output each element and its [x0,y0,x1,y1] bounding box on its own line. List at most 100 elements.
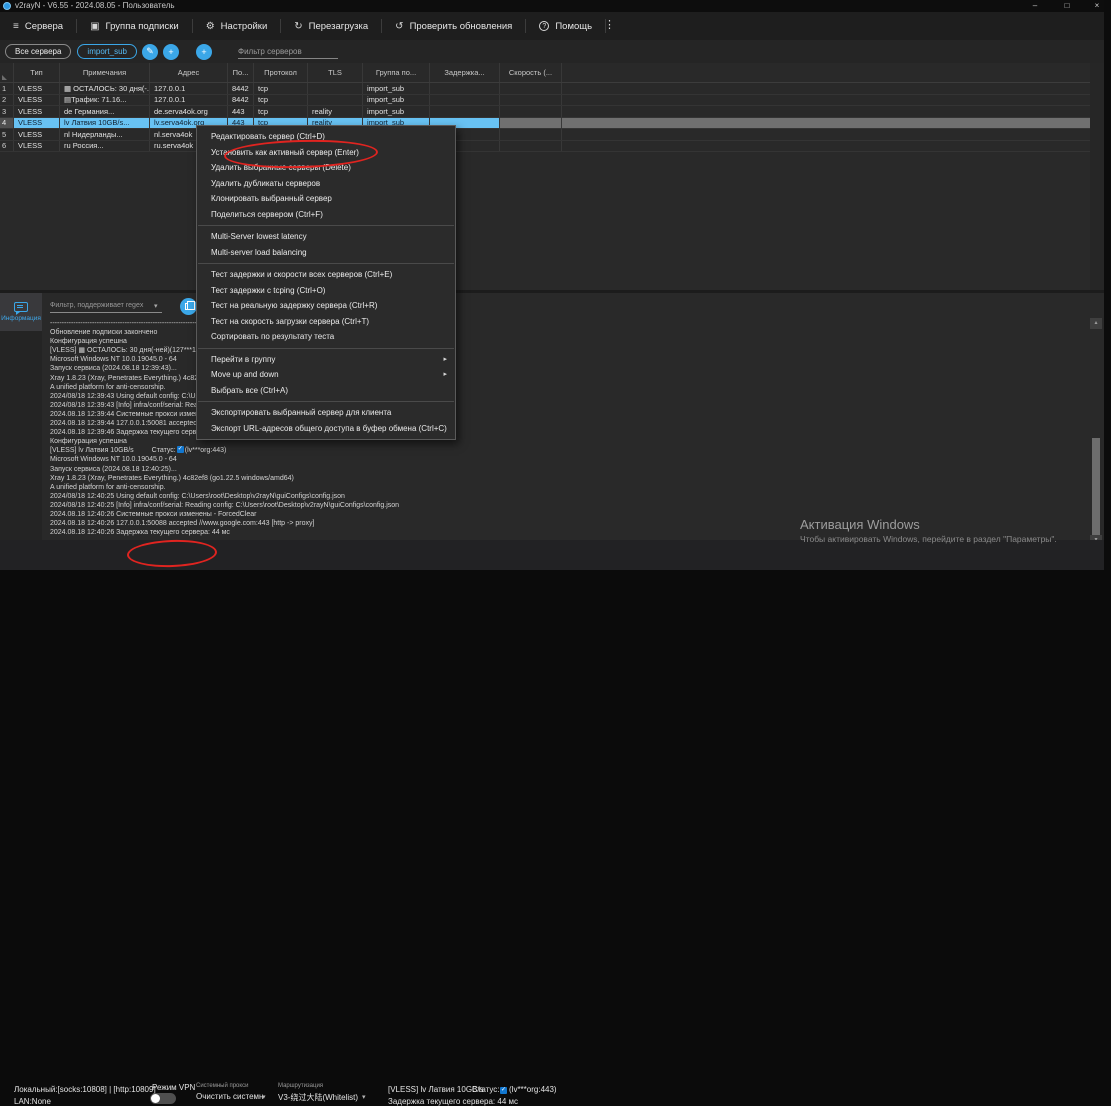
cell-filler [562,106,1090,117]
header-protocol[interactable]: Протокол [254,63,308,82]
cell-speed [500,129,562,140]
status-label: Статус: [472,1085,500,1094]
menu-multi-server-lowest-latency[interactable]: Multi-Server lowest latency [197,229,455,245]
scroll-up-icon[interactable]: ▴ [1090,318,1102,329]
all-servers-chip[interactable]: Все сервера [5,44,71,59]
status-detail: (lv***org:443) [509,1085,557,1094]
table-header-row[interactable]: Тип Примечания Адрес По... Протокол TLS … [0,63,1090,83]
menu-separator [198,225,454,226]
message-icon [14,302,28,312]
menu-subscription-group[interactable]: ▣ Группа подписки [77,12,192,40]
menu-multi-server-load-balancing[interactable]: Multi-server load balancing [197,245,455,261]
cell-type: VLESS [14,95,60,106]
menu-share-server[interactable]: Поделиться сервером (Ctrl+F) [197,207,455,223]
menu-settings[interactable]: ⚙ Настройки [193,12,281,40]
add-server-button[interactable]: + [196,44,212,60]
header-address[interactable]: Адрес [150,63,228,82]
group-chip-import-sub[interactable]: import_sub [77,44,137,59]
sort-corner-icon [2,75,7,80]
menu-help-label: Помощь [555,21,592,32]
window-title: v2rayN - V6.55 - 2024.08.05 - Пользовате… [15,0,175,12]
cell-protocol: tcp [254,95,308,106]
menu-servers[interactable]: ≡ Сервера [0,12,76,40]
overflow-menu-icon[interactable]: ⋮ [604,18,615,31]
header-type[interactable]: Тип [14,63,60,82]
edit-group-button[interactable]: ✎ [142,44,158,60]
scrollbar-thumb[interactable] [1092,438,1100,538]
table-row[interactable]: 5 VLESS nl Нидерланды... nl.serva4ok [0,129,1090,141]
chevron-down-icon[interactable]: ▾ [262,1093,266,1101]
log-tabstrip: Информация [0,293,42,540]
menu-sort-by-test-result[interactable]: Сортировать по результату теста [197,329,455,345]
header-speed[interactable]: Скорость (... [500,63,562,82]
menu-test-real-latency[interactable]: Тест на реальную задержку сервера (Ctrl+… [197,298,455,314]
menu-reload[interactable]: ↻ Перезагрузка [281,12,381,40]
status-checkbox-icon [500,1087,507,1094]
current-latency-info: Задержка текущего сервера: 44 мс [388,1097,518,1106]
add-group-button[interactable]: + [163,44,179,60]
menu-remove-selected-servers[interactable]: Удалить выбранные серверы (Delete) [197,160,455,176]
copy-log-button[interactable] [180,298,197,315]
menu-move-up-down[interactable]: Move up and down▸ [197,367,455,383]
log-status-detail: (lv***org:443) [185,447,227,454]
tab-information-label: Информация [1,315,41,322]
menu-move-to-group-label: Перейти в группу [211,355,275,364]
menu-reload-label: Перезагрузка [309,21,369,32]
cell-protocol: tcp [254,106,308,117]
menu-edit-server[interactable]: Редактировать сервер (Ctrl+D) [197,129,455,145]
windows-activation-subtitle: Чтобы активировать Windows, перейдите в … [800,534,1057,544]
cell-filler [562,141,1090,152]
menu-export-server-for-client[interactable]: Экспортировать выбранный сервер для клие… [197,405,455,421]
menu-select-all[interactable]: Выбрать все (Ctrl+A) [197,383,455,399]
menu-check-updates[interactable]: ↺ Проверить обновления [382,12,525,40]
minimize-button[interactable]: – [1024,0,1046,11]
sysproxy-select[interactable]: Очистить системн [196,1092,263,1101]
server-toolbar: Все сервера import_sub ✎ + + [0,40,1104,63]
table-row-selected[interactable]: 4 VLESS lv Латвия 10GB/s... lv.serva4ok.… [0,118,1090,130]
title-bar[interactable]: v2rayN - V6.55 - 2024.08.05 - Пользовате… [0,0,1104,12]
select-all-corner[interactable] [0,63,14,82]
header-group[interactable]: Группа по... [363,63,430,82]
toggle-knob [151,1094,160,1103]
menu-bar: ≡ Сервера ▣ Группа подписки ⚙ Настройки … [0,12,1104,40]
menu-set-active-server[interactable]: Установить как активный сервер (Enter) [197,145,455,161]
server-filter-input[interactable] [238,44,338,59]
maximize-button[interactable]: □ [1056,0,1078,11]
cell-tls [308,83,363,94]
header-tls[interactable]: TLS [308,63,363,82]
table-row[interactable]: 6 VLESS ru Россия... ru.serva4ok [0,141,1090,153]
chevron-down-icon[interactable]: ▾ [362,1093,366,1101]
cell-speed [500,141,562,152]
menu-test-latency-speed-all[interactable]: Тест задержки и скорости всех серверов (… [197,267,455,283]
header-latency[interactable]: Задержка... [430,63,500,82]
cell-remarks: de Германия... [60,106,150,117]
tab-information[interactable]: Информация [0,293,42,331]
routing-select[interactable]: V3-绕过大陆(Whitelist) [278,1092,358,1103]
menu-help[interactable]: ? Помощь [526,12,605,40]
log-line: Запуск сервиса (2024.08.18 12:40:25)... [50,465,1085,474]
header-remarks[interactable]: Примечания [60,63,150,82]
cell-filler [562,95,1090,106]
table-row[interactable]: 2 VLESS ▤Трафик: 71.16... 127.0.0.1 8442… [0,95,1090,107]
table-row[interactable]: 3 VLESS de Германия... de.serva4ok.org 4… [0,106,1090,118]
log-line: Xray 1.8.23 (Xray, Penetrates Everything… [50,474,1085,483]
cell-tls: reality [308,106,363,117]
row-number: 4 [0,118,14,129]
menu-move-to-group[interactable]: Перейти в группу▸ [197,352,455,368]
menu-export-share-urls[interactable]: Экспорт URL-адресов общего доступа в буф… [197,421,455,437]
menu-clone-server[interactable]: Клонировать выбранный сервер [197,191,455,207]
log-scrollbar[interactable]: ▴ ▾ [1089,318,1103,550]
vpn-mode-toggle[interactable] [150,1093,176,1104]
table-row[interactable]: 1 VLESS ▦ ОСТАЛОСЬ: 30 дня(-... 127.0.0.… [0,83,1090,95]
menu-remove-duplicate-servers[interactable]: Удалить дубликаты серверов [197,176,455,192]
server-context-menu: Редактировать сервер (Ctrl+D) Установить… [196,125,456,440]
plus-icon: + [201,47,206,57]
header-port[interactable]: По... [228,63,254,82]
sysproxy-label: Системный прокси [196,1083,248,1089]
check-updates-icon: ↺ [395,21,403,32]
log-filter-input[interactable] [50,299,162,313]
chevron-down-icon[interactable]: ▾ [154,302,158,310]
menu-test-tcping[interactable]: Тест задержки с tcping (Ctrl+O) [197,283,455,299]
cell-speed [500,106,562,117]
menu-test-download-speed[interactable]: Тест на скорость загрузки сервера (Ctrl+… [197,314,455,330]
